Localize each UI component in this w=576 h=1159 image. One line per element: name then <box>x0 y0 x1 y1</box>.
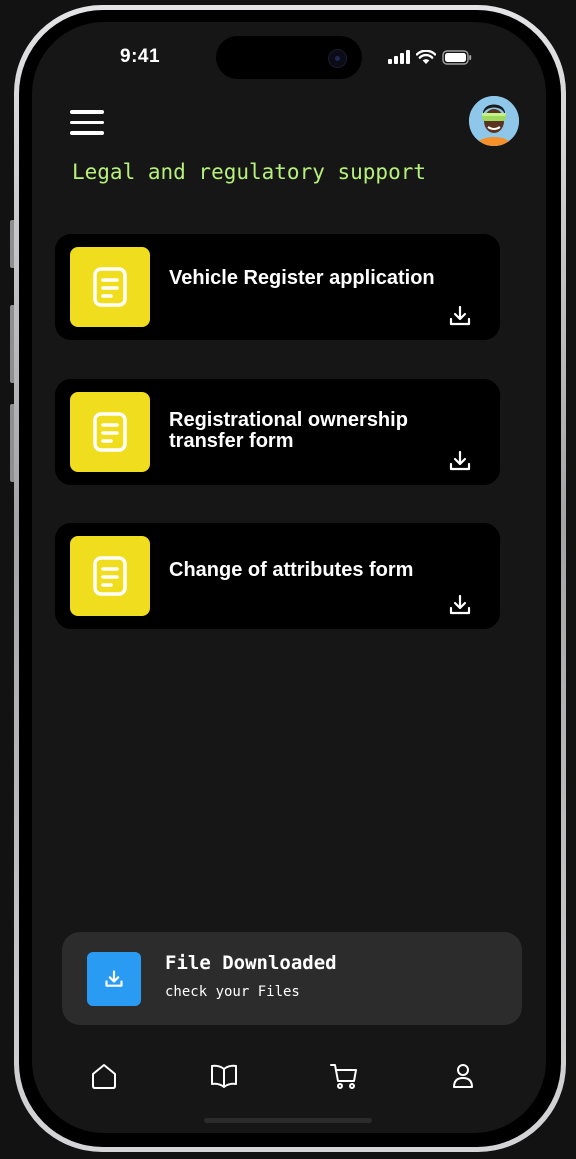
toast-title: File Downloaded <box>165 952 337 974</box>
document-icon <box>93 412 127 452</box>
document-title: Change of attributes form <box>169 559 414 581</box>
document-tile <box>70 392 150 472</box>
dynamic-island <box>216 36 362 79</box>
page-title: Legal and regulatory support <box>72 160 427 184</box>
document-card[interactable]: Change of attributes form <box>55 523 500 629</box>
status-icons <box>388 49 472 65</box>
status-time: 9:41 <box>120 46 161 67</box>
cart-icon[interactable] <box>329 1061 359 1091</box>
document-tile <box>70 247 150 327</box>
toast-download-badge <box>87 952 141 1006</box>
avatar[interactable] <box>469 96 519 146</box>
download-icon[interactable] <box>448 593 472 617</box>
home-indicator[interactable] <box>204 1118 372 1123</box>
screen: 9:41 Legal and regulatory support Vehicl… <box>32 22 546 1133</box>
profile-icon[interactable] <box>448 1061 478 1091</box>
document-card[interactable]: Registrational ownership transfer form <box>55 379 500 485</box>
wifi-icon <box>416 49 436 64</box>
toast-subtitle: check your Files <box>165 984 300 1000</box>
download-icon <box>105 970 123 987</box>
battery-icon <box>442 49 472 65</box>
menu-icon[interactable] <box>70 110 104 136</box>
download-icon[interactable] <box>448 304 472 328</box>
document-tile <box>70 536 150 616</box>
download-toast[interactable]: File Downloaded check your Files <box>62 932 522 1025</box>
home-icon[interactable] <box>89 1061 119 1091</box>
document-title: Vehicle Register application <box>169 267 435 289</box>
document-card[interactable]: Vehicle Register application <box>55 234 500 340</box>
signal-icon <box>388 50 410 64</box>
document-title: Registrational ownership transfer form <box>169 409 408 452</box>
camera-icon <box>328 49 347 68</box>
document-icon <box>93 556 127 596</box>
book-icon[interactable] <box>209 1061 239 1091</box>
document-icon <box>93 267 127 307</box>
download-icon[interactable] <box>448 449 472 473</box>
